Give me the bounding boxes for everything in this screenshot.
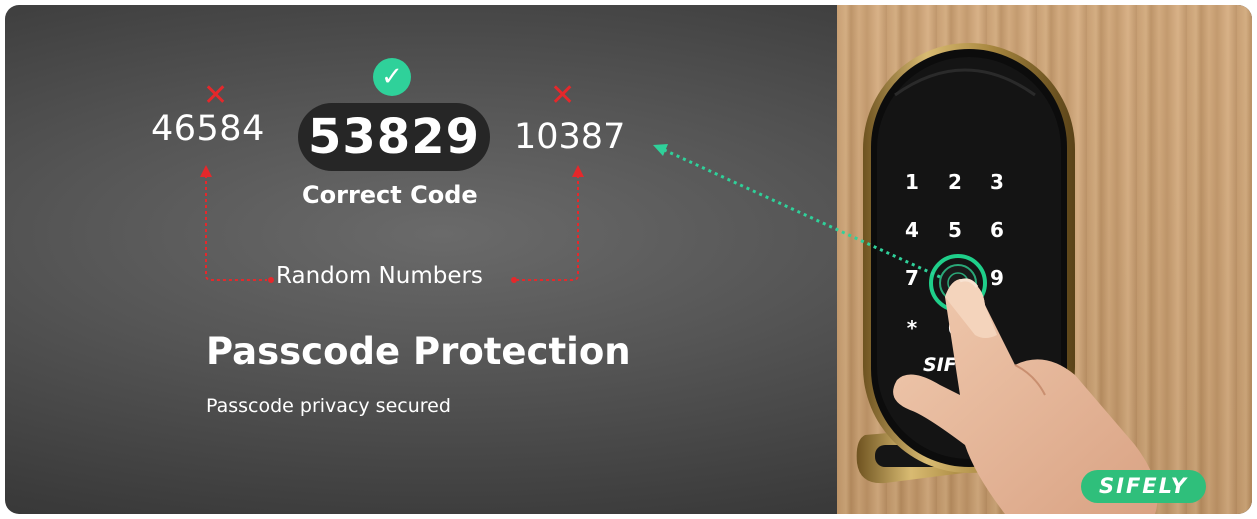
cross-icon: ✕ — [550, 78, 576, 113]
check-icon: ✓ — [373, 58, 411, 96]
random-numbers-label: Random Numbers — [276, 263, 483, 289]
wrong-code-right: 10387 — [514, 117, 626, 157]
brand-badge: SIFELY — [1081, 470, 1206, 503]
key-2[interactable]: 2 — [948, 170, 962, 194]
cross-icon: ✕ — [203, 78, 229, 113]
hero-banner: 1 2 3 4 5 6 7 9 * 0 SIFE — [5, 5, 1252, 514]
key-9[interactable]: 9 — [990, 266, 1004, 290]
wrong-code-left: 46584 — [151, 109, 265, 149]
key-6[interactable]: 6 — [990, 218, 1004, 242]
correct-code-label: Correct Code — [302, 181, 478, 209]
feature-subtitle: Passcode privacy secured — [206, 395, 451, 417]
correct-code: 53829 — [308, 109, 480, 165]
feature-title: Passcode Protection — [206, 330, 631, 373]
key-4[interactable]: 4 — [905, 218, 919, 242]
key-5[interactable]: 5 — [948, 218, 962, 242]
key-3[interactable]: 3 — [990, 170, 1004, 194]
key-star[interactable]: * — [907, 316, 918, 340]
lock-illustration: 1 2 3 4 5 6 7 9 * 0 SIFE — [200, 43, 1158, 514]
key-1[interactable]: 1 — [905, 170, 919, 194]
key-7[interactable]: 7 — [905, 266, 919, 290]
